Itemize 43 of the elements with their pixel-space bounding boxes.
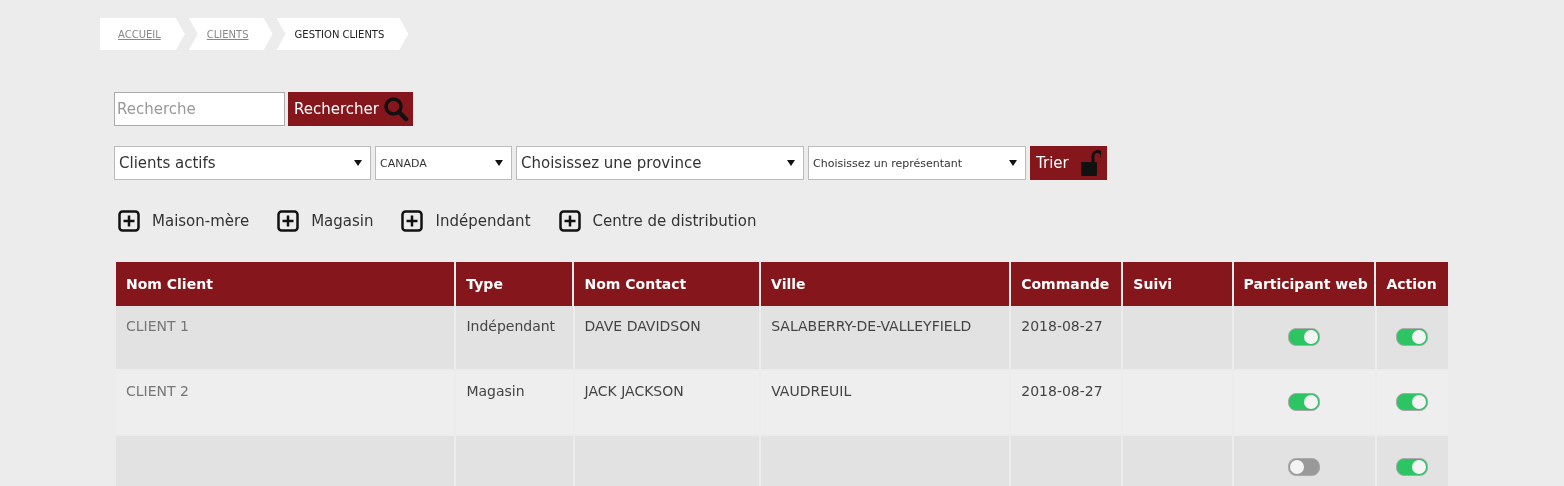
- column-header: Ville: [761, 262, 1010, 306]
- plus-square-icon: [558, 210, 581, 232]
- plus-square-icon: [401, 210, 424, 232]
- caret-icon: [354, 160, 362, 166]
- filter-dropdown[interactable]: CANADA: [375, 146, 512, 180]
- filter-dropdown[interactable]: Clients actifs: [114, 146, 371, 180]
- table-cell: 2018-08-27: [1011, 306, 1122, 369]
- toggle-switch[interactable]: [1396, 458, 1429, 476]
- toggle-switch[interactable]: [1288, 393, 1321, 411]
- search-field[interactable]: Recherche: [114, 92, 285, 126]
- add-link[interactable]: Centre de distribution: [558, 210, 757, 232]
- table-cell: Indépendant: [456, 306, 573, 369]
- column-header: Participant web: [1233, 262, 1375, 306]
- column-header: Suivi: [1123, 262, 1232, 306]
- breadcrumb-link[interactable]: CLIENTS: [188, 18, 273, 50]
- toggle-switch[interactable]: [1288, 458, 1321, 476]
- caret-icon: [495, 160, 503, 166]
- column-header: Commande: [1011, 262, 1122, 306]
- sort-button[interactable]: Trier: [1030, 146, 1107, 180]
- table-cell: DAVE DAVIDSON: [574, 306, 760, 369]
- caret-icon: [787, 160, 795, 166]
- padlock-icon: [1080, 149, 1101, 177]
- toggle-switch[interactable]: [1396, 393, 1429, 411]
- caret-icon: [1009, 160, 1017, 166]
- toggle-switch[interactable]: [1288, 328, 1321, 346]
- add-link[interactable]: Maison-mère: [118, 210, 250, 232]
- plus-square-icon: [277, 210, 300, 232]
- toggle-switch[interactable]: [1396, 328, 1429, 346]
- column-header: Nom Client: [116, 262, 455, 306]
- table-cell: CLIENT 1: [116, 306, 455, 369]
- table-cell: SALABERRY-DE-VALLEYFIELD: [761, 306, 1010, 369]
- column-header: Nom Contact: [574, 262, 760, 306]
- breadcrumb-current: GESTION CLIENTS: [276, 18, 409, 50]
- plus-square-icon: [118, 210, 140, 232]
- search-icon: [382, 96, 409, 122]
- filter-dropdown[interactable]: Choisissez un représentant: [808, 146, 1026, 180]
- add-link[interactable]: Indépendant: [401, 210, 531, 232]
- filter-dropdown[interactable]: Choisissez une province: [516, 146, 804, 180]
- add-link[interactable]: Magasin: [277, 210, 374, 232]
- column-header: Action: [1376, 262, 1448, 306]
- column-header: Type: [456, 262, 573, 306]
- breadcrumb-link[interactable]: ACCUEIL: [100, 18, 185, 50]
- search-button[interactable]: Rechercher: [288, 92, 413, 126]
